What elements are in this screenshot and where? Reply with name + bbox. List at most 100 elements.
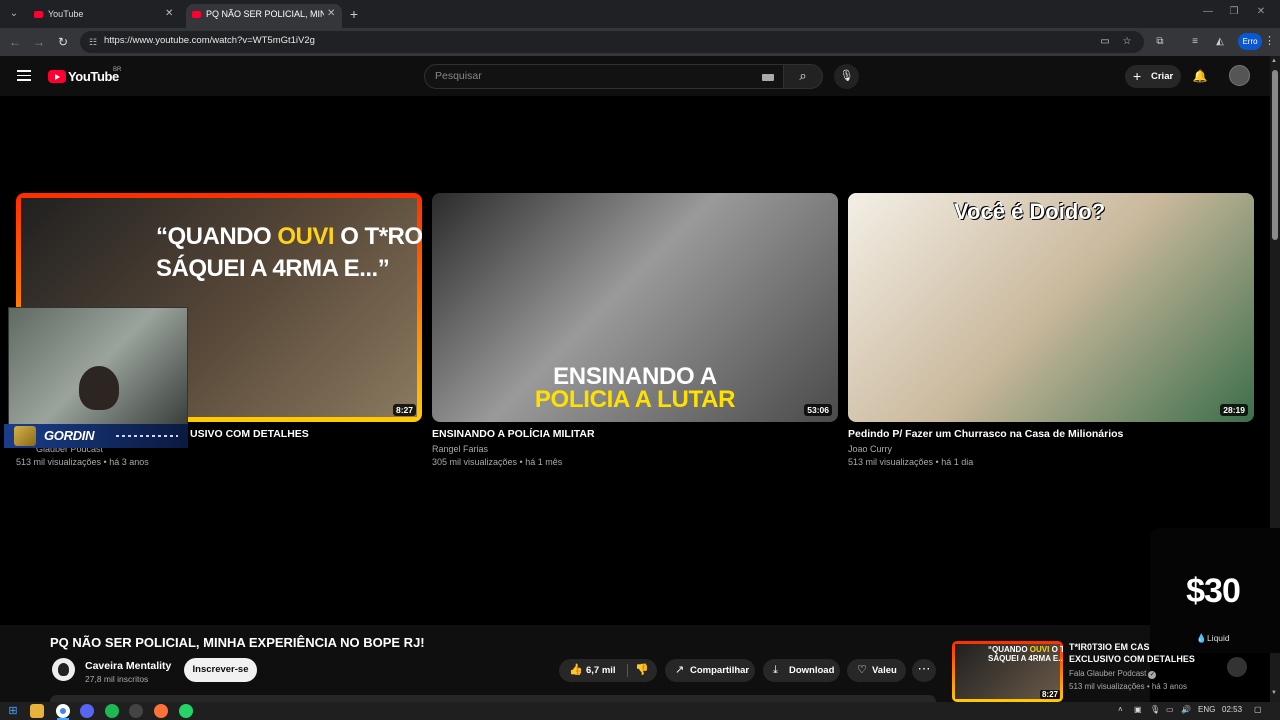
url-text[interactable]: https://www.youtube.com/watch?v=WT5mGt1i… [104, 35, 315, 46]
restore-icon[interactable]: ❐ [1227, 6, 1241, 17]
keyboard-icon[interactable] [762, 74, 774, 81]
address-bar[interactable]: ☷ https://www.youtube.com/watch?v=WT5mGt… [80, 31, 1144, 53]
scroll-down-arrow-icon[interactable]: ▼ [1271, 690, 1277, 696]
video-duration: 8:27 [392, 404, 416, 416]
tab-close-icon[interactable]: ✕ [327, 4, 337, 24]
video-title[interactable]: ENSINANDO A POLÍCIA MILITAR [432, 428, 595, 440]
chrome-icon[interactable] [56, 704, 70, 718]
video-title[interactable]: USIVO COM DETALHES [190, 428, 309, 440]
price-overlay: $30 💧Liquid [1150, 528, 1280, 653]
volume-icon[interactable]: 🔊 [1181, 705, 1191, 714]
create-button[interactable]: + Criar [1125, 65, 1181, 88]
share-arrow-icon: ↗ [675, 664, 685, 676]
more-dots-icon: ⋯ [917, 661, 931, 676]
network-icon[interactable]: ▭ [1166, 705, 1174, 714]
search-button[interactable]: ⌕ [783, 64, 823, 89]
firefox-icon[interactable] [154, 704, 168, 718]
thanks-button[interactable]: ♡ Valeu [847, 659, 906, 682]
new-tab-button[interactable]: + [346, 4, 362, 24]
end-screen-video-card[interactable]: ENSINANDO A POLICIA A LUTAR 53:06 ENSINA… [432, 193, 838, 467]
video-title[interactable]: Pedindo P/ Fazer um Churrasco na Casa de… [848, 428, 1123, 440]
thanks-label: Valeu [872, 665, 897, 676]
video-channel[interactable]: Rangel Farias [432, 444, 488, 454]
profile-error-chip[interactable]: Erro [1238, 33, 1262, 50]
thumbnail-caption: “QUANDO OUVI O T*RO JÁ [156, 223, 422, 250]
like-divider [627, 664, 628, 677]
language-indicator[interactable]: ENG [1198, 705, 1215, 714]
verified-check-icon: ✓ [1148, 671, 1157, 679]
extensions-icon[interactable]: ⧉ [1153, 35, 1167, 49]
end-screen-video-card[interactable]: Você é Doido? 28:19 Pedindo P/ Fazer um … [848, 193, 1254, 467]
spotify-icon[interactable] [105, 704, 119, 718]
scroll-up-arrow-icon[interactable]: ▲ [1271, 58, 1277, 64]
clock[interactable]: 02:53 [1222, 705, 1242, 714]
channel-avatar[interactable] [52, 658, 75, 681]
notifications-bell-icon[interactable]: 🔔 [1192, 68, 1208, 84]
tray-overflow-icon[interactable]: ˄ [1118, 705, 1123, 714]
dislike-thumb-icon[interactable]: 👎 [635, 659, 649, 682]
video-duration: 8:27 [1039, 690, 1060, 699]
bookmark-star-icon[interactable]: ☆ [1120, 35, 1134, 49]
scrollbar-thumb[interactable] [1272, 70, 1278, 240]
tab-close-icon[interactable]: ✕ [165, 4, 175, 24]
search-input[interactable]: Pesquisar [424, 64, 784, 89]
windows-start-icon[interactable]: ⊞ [6, 704, 20, 718]
thumbnail-caption: Você é Doido? [954, 199, 1106, 224]
microphone-tray-icon[interactable]: 🎙 [1150, 705, 1160, 714]
subscribe-button[interactable]: Inscrever-se [184, 658, 257, 682]
like-count[interactable]: 6,7 mil [586, 659, 616, 682]
recommended-meta: 513 mil visualizações • há 3 anos [1069, 682, 1187, 691]
file-explorer-icon[interactable] [30, 704, 44, 718]
share-button[interactable]: ↗ Compartilhar [665, 659, 755, 682]
site-info-icon[interactable]: ☷ [86, 35, 100, 49]
window-close-icon[interactable]: ✕ [1254, 6, 1268, 17]
discord-icon[interactable] [80, 704, 94, 718]
youtube-favicon-icon [192, 11, 201, 18]
like-dislike-group: 👍 6,7 mil 👎 [559, 659, 657, 682]
tab-label: PQ NÃO SER POLICIAL, MINHA [206, 9, 324, 19]
media-control-icon[interactable]: ≡ [1188, 35, 1202, 49]
tab-youtube[interactable]: YouTube ✕ [28, 4, 180, 28]
account-avatar[interactable] [1229, 65, 1250, 86]
youtube-logo-text: YouTube [68, 69, 119, 84]
back-button[interactable]: ← [6, 33, 24, 51]
forward-button[interactable]: → [30, 33, 48, 51]
thumbnail-caption: POLICIA A LUTAR [534, 386, 736, 413]
tab-video[interactable]: PQ NÃO SER POLICIAL, MINHA ✕ [186, 4, 342, 28]
streamer-figure [79, 366, 119, 410]
tab-search-icon[interactable]: ⌄ [6, 6, 22, 22]
cast-icon[interactable]: ▭ [1098, 35, 1112, 49]
voice-search-button[interactable]: 🎙 [834, 64, 859, 89]
share-label: Compartilhar [690, 665, 750, 676]
notifications-icon[interactable]: ▢ [1254, 705, 1262, 714]
plus-icon: + [1133, 68, 1142, 84]
subscriber-count: 27,8 mil inscritos [85, 674, 149, 684]
download-button[interactable]: ⤓ Download [763, 659, 840, 682]
video-duration: 53:06 [804, 404, 832, 416]
browser-tab-strip: ⌄ YouTube ✕ PQ NÃO SER POLICIAL, MINHA ✕… [0, 0, 1280, 28]
video-channel[interactable]: Joao Curry [848, 444, 892, 454]
download-label: Download [789, 665, 835, 676]
video-thumbnail[interactable]: ENSINANDO A POLICIA A LUTAR 53:06 [432, 193, 838, 422]
youtube-favicon-icon [34, 11, 43, 18]
channel-watermark-icon [1227, 657, 1247, 677]
like-thumb-icon[interactable]: 👍 [569, 659, 583, 682]
minimize-icon[interactable]: — [1201, 6, 1215, 17]
video-thumbnail[interactable]: Você é Doido? 28:19 [848, 193, 1254, 422]
browser-menu-icon[interactable]: ⋮ [1264, 35, 1275, 47]
app-icon[interactable] [129, 704, 143, 718]
more-actions-button[interactable]: ⋯ [912, 659, 936, 682]
video-title-main: PQ NÃO SER POLICIAL, MINHA EXPERIÊNCIA N… [50, 635, 425, 650]
profile-icon[interactable]: ◭ [1213, 35, 1227, 49]
whatsapp-icon[interactable] [179, 704, 193, 718]
create-label: Criar [1151, 71, 1174, 82]
price-value: $30 [1186, 572, 1241, 610]
channel-name[interactable]: Caveira Mentality [85, 660, 171, 672]
reload-button[interactable]: ↻ [54, 33, 72, 51]
tray-app-icon[interactable]: ▣ [1134, 705, 1142, 714]
country-code: BR [113, 67, 122, 73]
hamburger-menu-icon[interactable] [17, 70, 31, 81]
recommended-channel[interactable]: Fala Glauber Podcast ✓ [1069, 669, 1157, 679]
recommended-thumbnail[interactable]: “QUANDO OUVI O T*RO JÁSÁQUEI A 4RMA E...… [952, 641, 1063, 702]
description-box[interactable] [50, 695, 936, 702]
